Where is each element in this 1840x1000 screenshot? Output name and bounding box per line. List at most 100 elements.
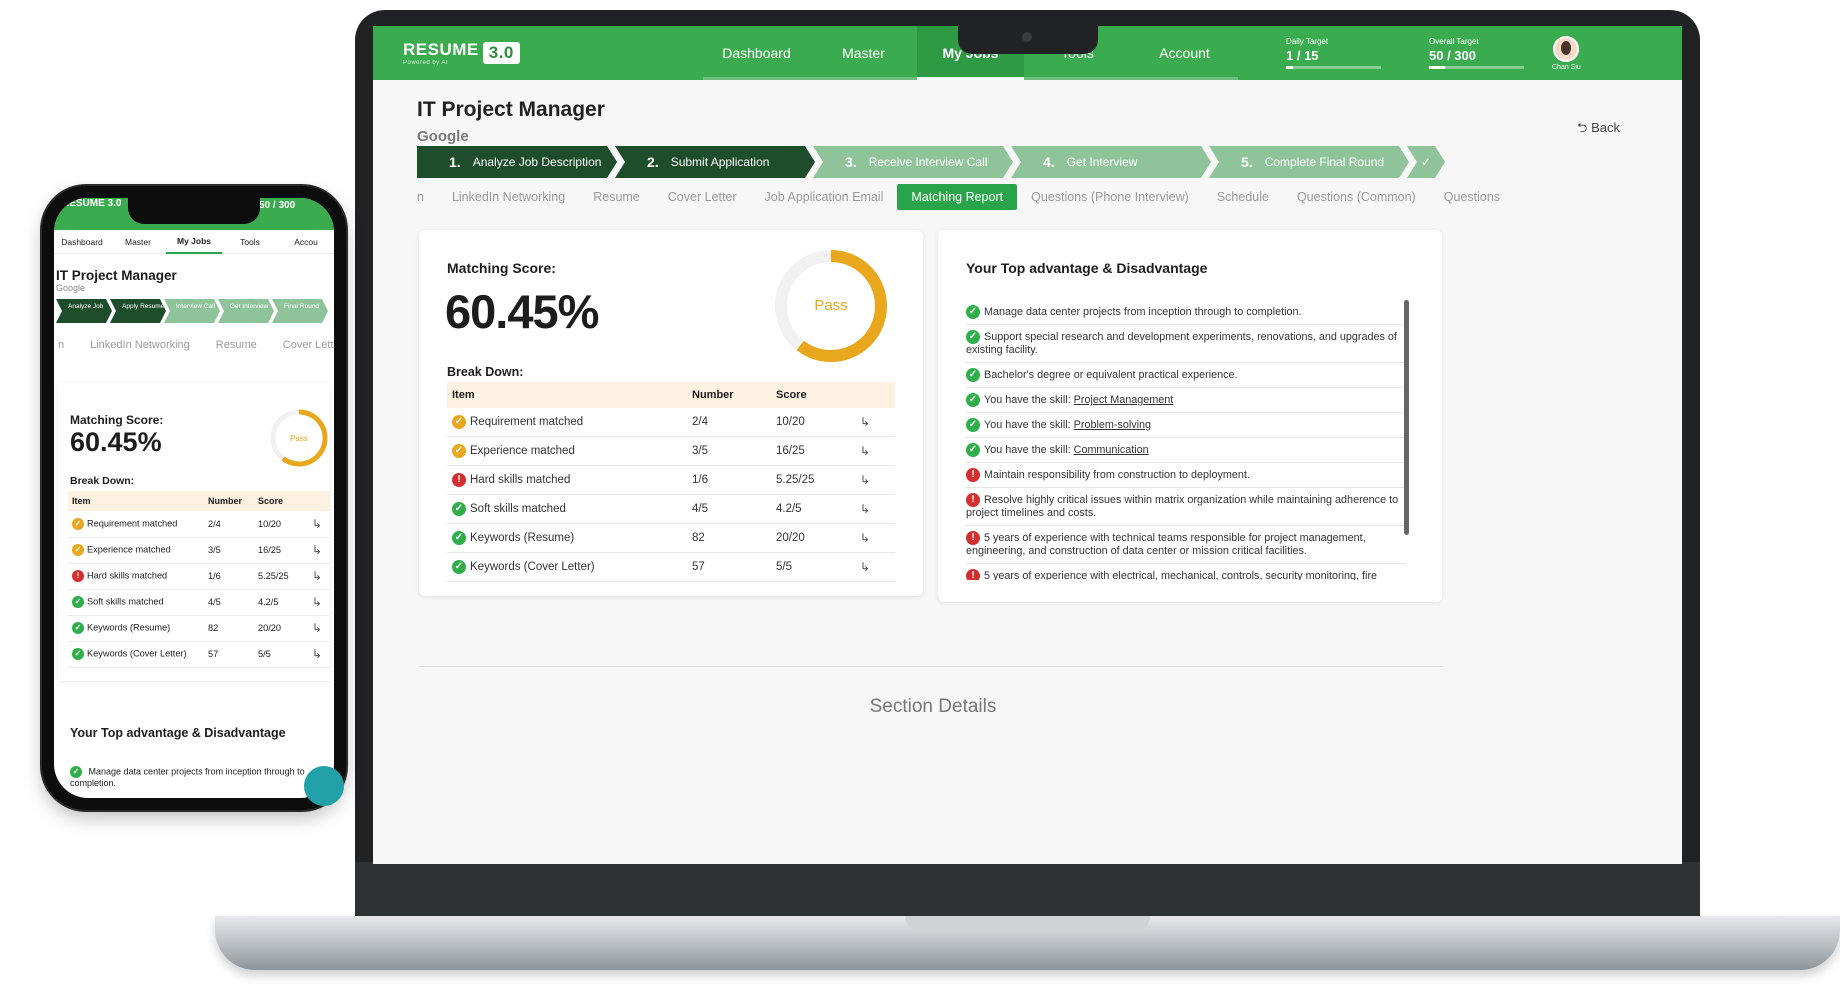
check-icon: ✓ xyxy=(72,622,84,634)
step-1[interactable]: 1. Analyze Job Description xyxy=(417,146,617,178)
phone-tab-dashboard[interactable]: Dashboard xyxy=(54,231,110,253)
subtab-questions-common[interactable]: Questions (Common) xyxy=(1283,184,1430,210)
skill-link[interactable]: Problem-solving xyxy=(1074,419,1151,431)
expand-arrow-icon[interactable]: ↳ xyxy=(860,560,870,574)
phone-tab-account[interactable]: Accou xyxy=(278,231,334,253)
table-row: ✓ Keywords (Resume) 82 20/20 ↳ xyxy=(447,523,895,553)
expand-arrow-icon[interactable]: ↳ xyxy=(312,621,322,635)
row-score: 5.25/25 xyxy=(771,465,855,495)
tab-dashboard[interactable]: Dashboard xyxy=(703,26,810,80)
phone-table-row: ✓ Soft skills matched 4/5 4.2/5 ↳ xyxy=(68,589,330,616)
phone-step-5[interactable]: Final Round xyxy=(272,299,328,323)
overall-target: Overall Target 50 / 300 xyxy=(1429,37,1524,69)
step-complete-check-icon[interactable]: ✓ xyxy=(1407,146,1445,178)
step-5[interactable]: 5. Complete Final Round xyxy=(1209,146,1409,178)
page-title: IT Project Manager xyxy=(417,98,605,121)
check-icon: ✓ xyxy=(72,596,84,608)
expand-arrow-icon[interactable]: ↳ xyxy=(860,531,870,545)
subtab-linkedin-networking[interactable]: LinkedIn Networking xyxy=(438,184,579,210)
phone-step-1[interactable]: Analyze Job xyxy=(56,299,112,323)
subtab-questions-phone[interactable]: Questions (Phone Interview) xyxy=(1017,184,1203,210)
company-name: Google xyxy=(417,128,469,145)
row-number: 82 xyxy=(204,615,254,642)
row-number: 2/4 xyxy=(204,511,254,538)
section-details-heading: Section Details xyxy=(869,696,997,717)
progress-steps: 1. Analyze Job Description 2. Submit Appli… xyxy=(417,146,1445,178)
expand-arrow-icon[interactable]: ↳ xyxy=(312,517,322,531)
expand-arrow-icon[interactable]: ↳ xyxy=(860,415,870,429)
phone-step-4[interactable]: Get Interview xyxy=(218,299,274,323)
pass-label: Pass xyxy=(814,297,847,314)
back-button[interactable]: ⮌ Back xyxy=(1577,119,1620,141)
subtab-matching-report[interactable]: Matching Report xyxy=(897,184,1018,210)
skill-link[interactable]: Project Management xyxy=(1074,394,1174,406)
step-2[interactable]: 2. Submit Application xyxy=(615,146,815,178)
row-number: 57 xyxy=(687,552,771,582)
col-score: Score xyxy=(771,382,855,408)
row-score: 20/20 xyxy=(771,523,855,553)
list-item: ✓ You have the skill: Problem-solving xyxy=(966,413,1406,438)
expand-arrow-icon[interactable]: ↳ xyxy=(860,502,870,516)
expand-arrow-icon[interactable]: ↳ xyxy=(860,473,870,487)
row-number: 1/6 xyxy=(204,563,254,590)
phone-table-row: ✓ Requirement matched 2/4 10/20 ↳ xyxy=(68,511,330,538)
warning-check-icon: ✓ xyxy=(452,444,466,458)
phone-tab-tools[interactable]: Tools xyxy=(222,231,278,253)
pass-donut: Pass xyxy=(775,250,887,362)
subtab-schedule[interactable]: Schedule xyxy=(1203,184,1283,210)
tab-account[interactable]: Account xyxy=(1131,26,1238,80)
divider xyxy=(419,666,1443,667)
expand-arrow-icon[interactable]: ↳ xyxy=(312,647,322,661)
row-score: 4.2/5 xyxy=(771,494,855,524)
list-item: ! 5 years of experience with technical te… xyxy=(966,526,1406,564)
laptop-screen: RESUME Powered by AI 3.0 Dashboard Master… xyxy=(373,26,1682,864)
phone-subtab-resume[interactable]: Resume xyxy=(216,339,257,351)
table-row: ! Hard skills matched 1/6 5.25/25 ↳ xyxy=(447,465,895,495)
version-badge: 3.0 xyxy=(482,42,520,64)
subtab-cover-letter[interactable]: Cover Letter xyxy=(654,184,751,210)
phone-logo[interactable]: RESUME 3.0 xyxy=(62,198,121,209)
check-icon: ✓ xyxy=(966,305,980,319)
list-item: ! 5 years of experience with electrical, … xyxy=(966,564,1406,580)
table-row: ✓ Soft skills matched 4/5 4.2/5 ↳ xyxy=(447,494,895,524)
subtab-questions[interactable]: Questions xyxy=(1430,184,1514,210)
app-logo[interactable]: RESUME Powered by AI 3.0 xyxy=(403,40,703,66)
phone-subtab-partial[interactable]: n xyxy=(58,339,64,351)
advantage-scrollbar[interactable] xyxy=(1404,300,1409,535)
row-score: 5/5 xyxy=(771,552,855,582)
phone-subtab-linkedin[interactable]: LinkedIn Networking xyxy=(90,339,190,351)
step-4[interactable]: 4. Get Interview xyxy=(1011,146,1211,178)
phone-step-2[interactable]: Apply Resume xyxy=(110,299,166,323)
row-number: 4/5 xyxy=(687,494,771,524)
sub-tabs: n LinkedIn Networking Resume Cover Lette… xyxy=(417,184,1514,210)
matching-score-card: Matching Score: 60.45% Pass Break Down: … xyxy=(419,230,923,596)
phone-steps: Analyze Job Apply Resume Interview Call … xyxy=(56,299,334,323)
alert-icon: ! xyxy=(966,468,980,482)
subtab-job-application-email[interactable]: Job Application Email xyxy=(751,184,898,210)
tab-master[interactable]: Master xyxy=(810,26,917,80)
list-item: ! Maintain responsibility from constructi… xyxy=(966,463,1406,488)
user-menu[interactable]: Chan Siu xyxy=(1552,35,1581,71)
phone-subtabs: n LinkedIn Networking Resume Cover Lette xyxy=(58,339,334,351)
back-arrow-icon: ⮌ xyxy=(1577,120,1588,135)
phone-score-card: Matching Score: 60.45% Pass Break Down: … xyxy=(58,383,330,681)
expand-arrow-icon[interactable]: ↳ xyxy=(860,444,870,458)
subtab-resume[interactable]: Resume xyxy=(579,184,654,210)
subtab-partial[interactable]: n xyxy=(417,184,438,210)
row-score: 20/20 xyxy=(254,615,308,642)
skill-link[interactable]: Communication xyxy=(1074,444,1149,456)
step-3[interactable]: 3. Receive Interview Call xyxy=(813,146,1013,178)
chat-fab-button[interactable] xyxy=(304,766,344,806)
advantage-list[interactable]: ✓ Manage data center projects from incept… xyxy=(966,300,1406,580)
check-icon: ✓ xyxy=(72,648,84,660)
expand-arrow-icon[interactable]: ↳ xyxy=(312,543,322,557)
phone-tab-my-jobs[interactable]: My Jobs xyxy=(166,230,222,254)
expand-arrow-icon[interactable]: ↳ xyxy=(312,569,322,583)
alert-icon: ! xyxy=(966,569,980,580)
expand-arrow-icon[interactable]: ↳ xyxy=(312,595,322,609)
phone-step-3[interactable]: Interview Call xyxy=(164,299,220,323)
warning-check-icon: ✓ xyxy=(72,544,84,556)
phone-subtab-cover-letter[interactable]: Cover Lette xyxy=(283,339,334,351)
phone-tab-master[interactable]: Master xyxy=(110,231,166,253)
list-item: ✓ Bachelor's degree or equivalent practic… xyxy=(966,363,1406,388)
